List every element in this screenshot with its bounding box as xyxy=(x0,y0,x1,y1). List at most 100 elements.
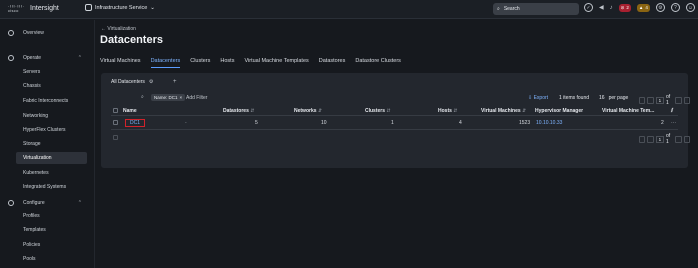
hypervisor-manager-link[interactable]: 10.10.10.33 xyxy=(536,120,562,126)
tab-datastore-clusters[interactable]: Datastore Clusters xyxy=(355,58,401,68)
sidebar-item-virtualization[interactable]: Virtualization xyxy=(16,152,87,164)
sidebar-item-networking[interactable]: Networking xyxy=(0,110,94,122)
user-icon[interactable]: ☺ xyxy=(685,3,695,12)
row-actions-icon[interactable]: ··· xyxy=(671,120,676,126)
column-settings-icon[interactable]: ⫽ xyxy=(671,108,673,114)
per-page-label: per page xyxy=(608,95,629,101)
cisco-logo: ·|||·|||· cisco xyxy=(8,4,26,13)
tab-clusters[interactable]: Clusters xyxy=(190,58,210,68)
tab-virtual-machines[interactable]: Virtual Machines xyxy=(100,58,141,68)
select-all-checkbox[interactable] xyxy=(113,108,118,113)
sidebar-item-label: Templates xyxy=(23,227,46,233)
sidebar-item-servers[interactable]: Servers xyxy=(0,66,94,78)
next-page-button[interactable] xyxy=(675,96,682,104)
next-page-button[interactable] xyxy=(675,135,682,143)
tab-datastores[interactable]: Datastores xyxy=(319,58,346,68)
per-page-value[interactable]: 16 xyxy=(599,95,605,101)
column-header-label: Virtual Machine Tem... xyxy=(602,108,655,114)
tab-bar: Virtual Machines Datacenters Clusters Ho… xyxy=(100,58,401,68)
page-input[interactable]: 1 xyxy=(655,96,664,104)
sidebar-item-hyperflex-clusters[interactable]: HyperFlex Clusters xyxy=(0,124,94,136)
sidebar-item-label: Networking xyxy=(23,113,49,119)
column-header-hosts[interactable]: Hosts ⇵ xyxy=(438,108,458,114)
last-page-button[interactable] xyxy=(683,96,691,104)
sidebar-section-operate[interactable]: Operate ⌃ xyxy=(0,52,94,64)
sidebar-item-label: Chassis xyxy=(23,83,41,89)
help-icon[interactable]: ? xyxy=(670,3,680,12)
sidebar-item-integrated-systems[interactable]: Integrated Systems xyxy=(0,181,94,193)
sidebar-item-chassis[interactable]: Chassis xyxy=(0,80,94,92)
overview-icon xyxy=(8,30,14,36)
cell-virtual-machines: 1523 xyxy=(519,120,531,126)
service-label: Infrastructure Service xyxy=(95,4,148,11)
column-header-label: Datastores xyxy=(223,108,249,114)
prev-page-button[interactable] xyxy=(647,135,654,143)
sidebar-item-label: Profiles xyxy=(23,213,40,219)
sort-icon: ⇵ xyxy=(453,108,458,114)
sort-icon: ⇵ xyxy=(317,108,323,114)
chevron-up-icon: ⌃ xyxy=(77,55,82,61)
column-header-label: Networks xyxy=(294,108,317,114)
sidebar-section-configure[interactable]: Configure ⌃ xyxy=(0,197,94,209)
app-logo[interactable]: ·|||·|||· cisco Intersight xyxy=(8,4,59,13)
table-row[interactable]: DC1 - 5 10 1 4 1523 10.10.10.33 2 ··· xyxy=(111,118,678,130)
tab-vm-templates[interactable]: Virtual Machine Templates xyxy=(244,58,308,68)
chevron-up-icon: ⌃ xyxy=(77,200,82,206)
settings-icon[interactable]: ⚙ xyxy=(149,79,153,85)
sidebar-item-templates[interactable]: Templates xyxy=(0,224,94,236)
sidebar-item-kubernetes[interactable]: Kubernetes xyxy=(0,167,94,179)
datacenter-name-link[interactable]: DC1 xyxy=(125,119,146,127)
megaphone-icon[interactable]: ◀ xyxy=(599,4,604,11)
sidebar-item-policies[interactable]: Policies xyxy=(0,239,94,251)
service-selector[interactable]: Infrastructure Service ⌄ xyxy=(85,4,155,11)
sidebar-item-label: Storage xyxy=(23,141,41,147)
sidebar-item-fabric-interconnects[interactable]: Fabric Interconnects xyxy=(0,95,94,107)
add-view-icon[interactable]: + xyxy=(173,79,177,85)
add-filter-input[interactable]: Add Filter xyxy=(186,95,207,101)
sidebar-item-label: Policies xyxy=(23,242,41,248)
row-checkbox[interactable] xyxy=(113,120,118,125)
column-header-vm-templates[interactable]: Virtual Machine Tem... xyxy=(602,108,654,114)
alarm-warning-badge[interactable]: ▲ 4 xyxy=(636,3,650,12)
column-header-hypervisor-manager[interactable]: Hypervisor Manager xyxy=(535,108,583,114)
breadcrumb[interactable]: ← Virtualization xyxy=(101,26,136,32)
sidebar-item-label: Pools xyxy=(23,256,36,262)
check-circle-icon[interactable]: ✓ xyxy=(584,3,593,12)
sort-icon: ⇵ xyxy=(250,108,255,114)
export-button[interactable]: ⇩ Export xyxy=(528,95,548,101)
brand-name: Intersight xyxy=(30,5,59,12)
table-footer: 1 of 1 xyxy=(111,133,691,145)
sidebar-item-label: Servers xyxy=(23,69,41,75)
footer-pagination: 1 of 1 xyxy=(639,133,691,145)
close-icon[interactable]: × xyxy=(180,95,183,100)
alarm-critical-badge[interactable]: ⊘ 2 xyxy=(618,3,631,12)
view-tab-all-datacenters[interactable]: All Datacenters ⚙ xyxy=(111,79,153,85)
gear-icon[interactable]: ⚙ xyxy=(655,3,665,12)
tab-hosts[interactable]: Hosts xyxy=(220,58,234,68)
column-header-label: Virtual Machines xyxy=(481,108,521,114)
first-page-button[interactable] xyxy=(639,96,646,104)
first-page-button[interactable] xyxy=(639,135,646,143)
column-header-datastores[interactable]: Datastores ⇵ xyxy=(223,108,254,114)
filter-chip[interactable]: Name: DC1 × xyxy=(151,94,186,101)
footer-checkbox[interactable] xyxy=(113,135,118,140)
sidebar-item-storage[interactable]: Storage xyxy=(0,138,94,150)
column-header-networks[interactable]: Networks ⇵ xyxy=(294,108,322,114)
sidebar-item-pools[interactable]: Pools xyxy=(0,253,94,265)
prev-page-button[interactable] xyxy=(647,96,654,104)
page-of-label: of 1 xyxy=(665,133,671,145)
sidebar-item-overview[interactable]: Overview xyxy=(0,27,94,39)
tab-datacenters[interactable]: Datacenters xyxy=(150,58,181,68)
per-page-selector[interactable]: 16 per page xyxy=(599,95,628,101)
column-header-virtual-machines[interactable]: Virtual Machines ⇵ xyxy=(481,108,526,114)
bell-icon[interactable]: ♪ xyxy=(610,5,613,11)
alarm-critical-count: 2 xyxy=(626,5,629,10)
column-header-name[interactable]: Name xyxy=(123,108,137,114)
page-input[interactable]: 1 xyxy=(655,135,664,143)
search-input[interactable]: ⌕ Search xyxy=(493,3,579,15)
last-page-button[interactable] xyxy=(683,135,691,143)
sidebar-item-profiles[interactable]: Profiles xyxy=(0,210,94,222)
sidebar-item-label: Integrated Systems xyxy=(23,184,67,190)
warning-icon: ▲ xyxy=(638,5,644,10)
column-header-clusters[interactable]: Clusters ⇵ xyxy=(365,108,391,114)
